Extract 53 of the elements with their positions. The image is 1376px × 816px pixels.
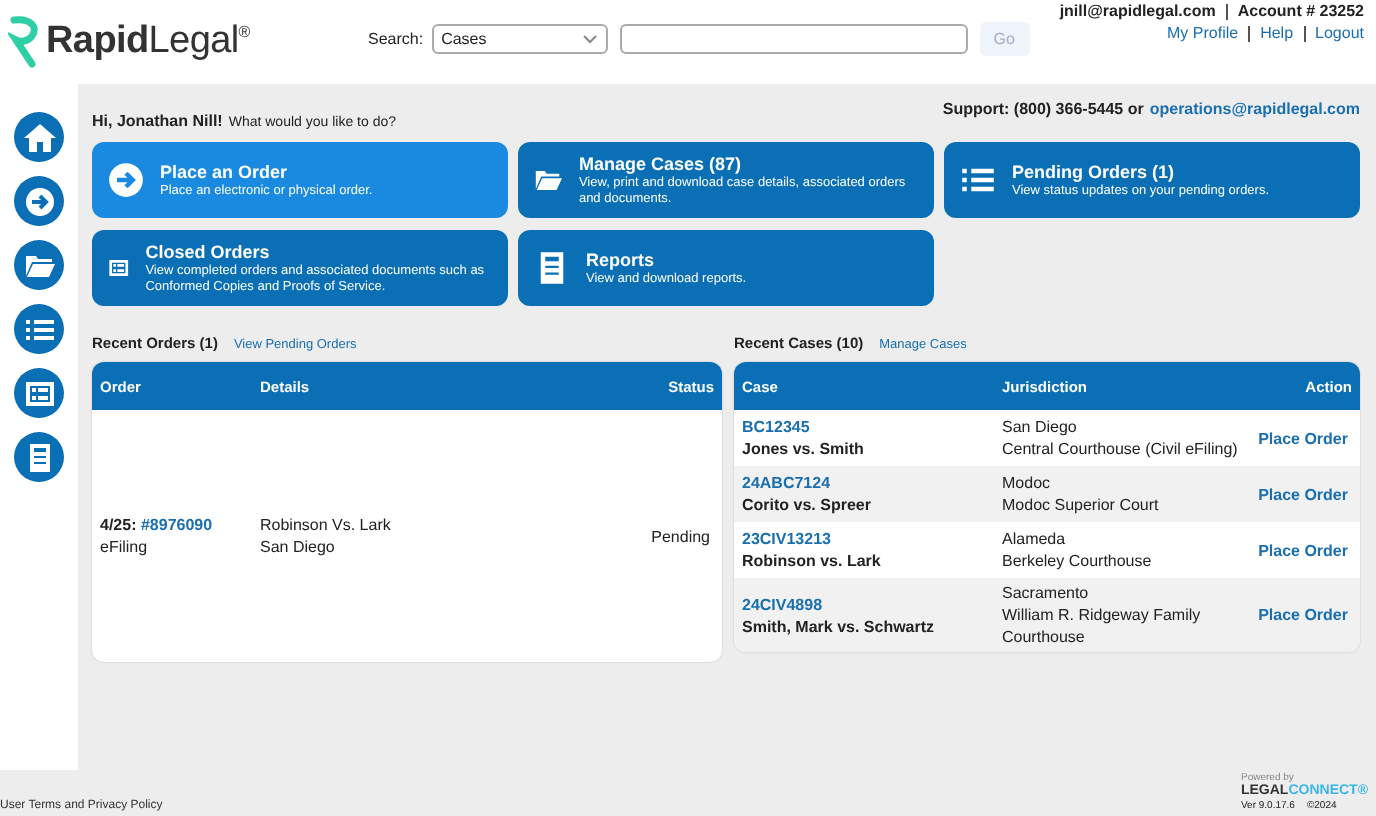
order-type: eFiling: [100, 536, 150, 558]
header-link[interactable]: Logout: [1303, 25, 1364, 41]
card-icon: [23, 377, 55, 409]
sidebar-button[interactable]: [14, 240, 64, 290]
case-county: San Diego: [1002, 416, 1079, 438]
support-text: Support: (800) 366-5445 or: [942, 100, 1144, 118]
tile-title: Closed Orders: [145, 241, 272, 261]
case-name: Robinson vs. Lark: [742, 550, 883, 572]
case-name: Corito vs. Spreer: [742, 494, 873, 516]
home-icon: [23, 121, 55, 153]
case-number-link[interactable]: BC12345: [742, 416, 994, 438]
place-order-link[interactable]: Place Order: [1258, 427, 1348, 449]
place-order-link[interactable]: Place Order: [1258, 604, 1348, 626]
order-number-link[interactable]: #8976090: [140, 516, 213, 534]
header-link[interactable]: My Profile: [1167, 22, 1239, 44]
order-status: Pending: [651, 525, 710, 547]
case-court: Modoc Superior Court: [1002, 494, 1161, 516]
sidebar-button[interactable]: [14, 112, 64, 162]
search-field[interactable]: [619, 24, 968, 54]
account-email: jnill@rapidlegal.com: [1059, 0, 1216, 22]
greeting-text: Hi, Jonathan Nill!: [92, 112, 223, 130]
logo-text: RapidLegal$^{®}$: [46, 20, 250, 64]
place-order-link[interactable]: Place Order: [1258, 539, 1348, 561]
place-order-link[interactable]: Place Order: [1258, 483, 1348, 505]
header-link[interactable]: Help: [1248, 25, 1294, 41]
tile-title: Place an Order: [160, 161, 290, 181]
order-case: Robinson Vs. Lark: [260, 514, 393, 536]
account-number: Account # 23252: [1225, 3, 1364, 19]
case-number-link[interactable]: 24ABC7124: [742, 472, 994, 494]
case-court: Berkeley Courthouse: [1002, 550, 1154, 572]
tile-title: Reports: [586, 249, 657, 269]
sidebar-button[interactable]: [14, 432, 64, 482]
tile-title: Pending Orders (1): [1012, 161, 1177, 181]
order-location: San Diego: [260, 536, 337, 558]
support-email-link[interactable]: operations@rapidlegal.com: [1149, 100, 1360, 118]
case-county: Modoc: [1002, 472, 1053, 494]
case-court: William R. Ridgeway Family Courthouse: [1002, 604, 1203, 648]
case-name: Jones vs. Smith: [742, 438, 866, 460]
case-name: Smith, Mark vs. Schwartz: [742, 615, 937, 637]
case-county: Alameda: [1002, 528, 1068, 550]
sidebar-button[interactable]: [14, 368, 64, 418]
case-court: Central Courthouse (Civil eFiling): [1002, 438, 1240, 460]
case-number-link[interactable]: 23CIV13213: [742, 528, 994, 550]
search-label: Search:: [368, 30, 424, 48]
order-date: 4/25:: [100, 516, 137, 534]
logo-icon: [8, 16, 40, 68]
case-county: Sacramento: [1002, 582, 1091, 604]
caret-icon: [581, 34, 598, 44]
case-number-link[interactable]: 24CIV4898: [742, 593, 994, 615]
sidebar-button[interactable]: [14, 176, 64, 226]
tile-title: Manage Cases (87): [578, 153, 743, 173]
sidebar-button[interactable]: [14, 304, 64, 354]
search-scope-dropdown[interactable]: Cases: [431, 24, 608, 54]
